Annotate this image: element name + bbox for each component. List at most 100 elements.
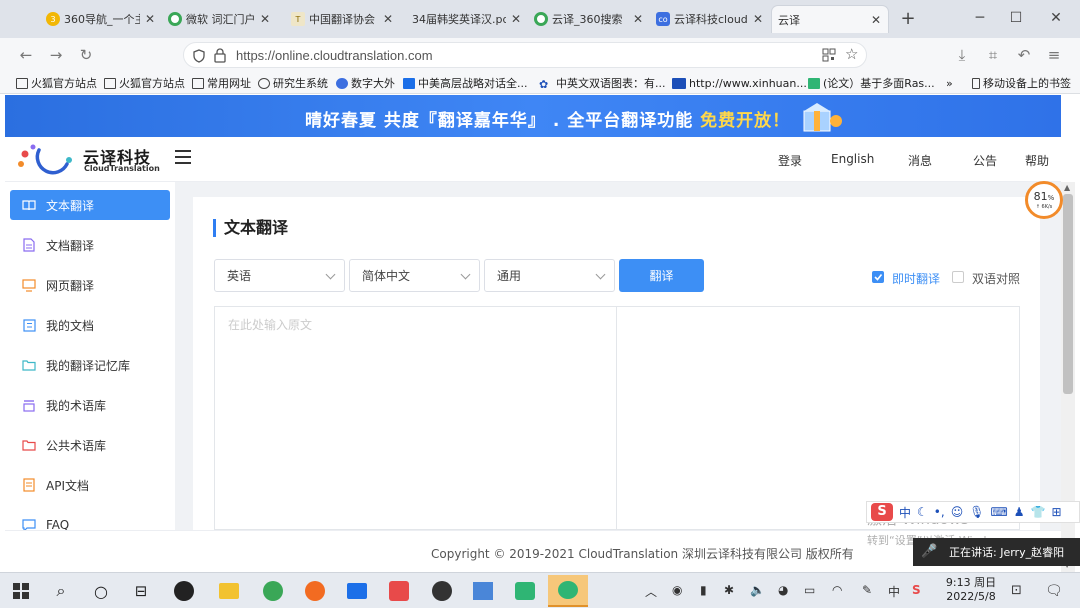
bookmark-folder[interactable]: 火狐官方站点 bbox=[104, 75, 185, 91]
close-icon[interactable]: ✕ bbox=[510, 12, 522, 26]
bookmark-folder[interactable]: 常用网址 bbox=[192, 75, 251, 91]
sogou-logo-icon[interactable]: S bbox=[871, 503, 893, 521]
tray-phone-icon[interactable]: ▮ bbox=[700, 583, 707, 597]
app-icon-qq-music[interactable] bbox=[168, 577, 200, 605]
tab-tac[interactable]: T 中国翻译协会 ✕ bbox=[285, 5, 400, 33]
address-bar[interactable]: https://online.cloudtranslation.com ☆ bbox=[183, 42, 867, 68]
bookmarks-overflow[interactable]: » bbox=[946, 75, 953, 91]
minimize-icon[interactable]: ─ bbox=[962, 6, 998, 30]
bookmark-item[interactable]: 数字大外 bbox=[336, 75, 395, 91]
sidebar-item-text-translation[interactable]: 文本翻译 bbox=[10, 190, 170, 220]
wps-icon[interactable] bbox=[383, 577, 415, 605]
cloudtranslation-logo-icon[interactable] bbox=[17, 140, 73, 178]
file-explorer-icon[interactable] bbox=[213, 577, 245, 605]
bookmark-item[interactable]: 中美高层战略对话全... bbox=[403, 75, 528, 91]
ime-toolbar[interactable]: S 中 ☾ •, ☺ 🎙 ⌨ ♟ 👕 ⊞ bbox=[866, 501, 1080, 523]
sidebar-item-public-termbase[interactable]: 公共术语库 bbox=[10, 430, 170, 460]
crop-icon[interactable]: ⌗ bbox=[981, 44, 1005, 66]
reload-icon[interactable]: ↻ bbox=[74, 44, 98, 66]
instant-translation-checkbox[interactable] bbox=[872, 271, 884, 283]
tray-wifi-icon[interactable]: ◠ bbox=[832, 583, 842, 597]
cortana-icon[interactable]: ○ bbox=[85, 577, 117, 605]
hamburger-menu-icon[interactable] bbox=[175, 150, 191, 164]
close-icon[interactable]: ✕ bbox=[632, 12, 644, 26]
source-language-select[interactable]: 英语 bbox=[214, 259, 345, 292]
domain-select[interactable]: 通用 bbox=[484, 259, 615, 292]
tray-screen-icon[interactable]: ⊡ bbox=[1011, 583, 1022, 598]
translate-button[interactable]: 翻译 bbox=[619, 259, 704, 292]
bookmark-folder[interactable]: 火狐官方站点 bbox=[16, 75, 97, 91]
search-icon[interactable]: ⌕ bbox=[45, 577, 77, 605]
tray-sogou-icon[interactable]: S bbox=[912, 583, 921, 597]
firefox-icon[interactable] bbox=[299, 577, 331, 605]
user-icon[interactable]: ♟ bbox=[1014, 505, 1025, 519]
tab-pdf[interactable]: 34届韩奖英译汉.pdf ✕ bbox=[406, 5, 528, 33]
bilingual-label[interactable]: 双语对照 bbox=[972, 270, 1020, 287]
close-icon[interactable]: ✕ bbox=[144, 12, 156, 26]
tab-360search[interactable]: 云译_360搜索 ✕ bbox=[528, 5, 650, 33]
apps-grid-icon[interactable]: ⊞ bbox=[1051, 505, 1061, 519]
tray-pen-icon[interactable]: ✎ bbox=[862, 583, 872, 597]
tab-360nav[interactable]: 3 360导航_一个主 ✕ bbox=[40, 5, 162, 33]
promo-banner[interactable]: 晴好春夏 共度『翻译嘉年华』 . 全平台翻译功能 免费开放！ bbox=[5, 95, 1061, 137]
sidebar-item-my-termbase[interactable]: 我的术语库 bbox=[10, 390, 170, 420]
emoji-icon[interactable]: ☺ bbox=[951, 505, 964, 519]
nav-english[interactable]: English bbox=[831, 152, 874, 166]
notification-icon[interactable]: 🗨 bbox=[1045, 583, 1063, 599]
close-icon[interactable]: ✕ bbox=[870, 13, 882, 27]
punctuation-icon[interactable]: •, bbox=[934, 505, 945, 519]
app-icon-books[interactable] bbox=[467, 577, 499, 605]
forward-icon[interactable]: → bbox=[44, 44, 68, 66]
nav-messages[interactable]: 消息 bbox=[908, 152, 932, 169]
undo-icon[interactable]: ↶ bbox=[1012, 44, 1036, 66]
tray-speaker-icon[interactable]: 🔈 bbox=[750, 583, 765, 597]
sidebar-item-translation-memory[interactable]: 我的翻译记忆库 bbox=[10, 350, 170, 380]
sidebar-item-webpage-translation[interactable]: 网页翻译 bbox=[10, 270, 170, 300]
bookmark-item[interactable]: (论文）基于多面Ras... bbox=[808, 75, 935, 91]
target-language-select[interactable]: 简体中文 bbox=[349, 259, 480, 292]
maximize-icon[interactable]: ☐ bbox=[998, 6, 1034, 30]
scroll-up-arrow-icon[interactable]: ▲ bbox=[1064, 183, 1070, 192]
menu-icon[interactable]: ≡ bbox=[1042, 44, 1066, 66]
instant-translation-label[interactable]: 即时翻译 bbox=[892, 270, 940, 287]
tray-chevron-up-icon[interactable]: ︿ bbox=[645, 583, 657, 600]
close-icon[interactable]: ✕ bbox=[259, 12, 271, 26]
tray-record-icon[interactable]: ◉ bbox=[672, 583, 682, 597]
tray-battery-icon[interactable]: ▭ bbox=[804, 583, 815, 597]
sidebar-item-api-docs[interactable]: API文档 bbox=[10, 470, 170, 500]
sidebar-item-document-translation[interactable]: 文档翻译 bbox=[10, 230, 170, 260]
close-icon[interactable]: ✕ bbox=[382, 12, 394, 26]
app-icon-dark[interactable] bbox=[426, 577, 458, 605]
microphone-icon[interactable]: 🎙 bbox=[969, 505, 984, 519]
sidebar-item-my-documents[interactable]: 我的文档 bbox=[10, 310, 170, 340]
tray-360-icon[interactable]: ◕ bbox=[778, 583, 788, 597]
window-close-icon[interactable]: ✕ bbox=[1038, 6, 1074, 30]
qr-code-icon[interactable] bbox=[822, 48, 836, 62]
scrollbar-thumb[interactable] bbox=[1063, 194, 1073, 394]
new-tab-button[interactable]: + bbox=[890, 6, 926, 30]
tab-cloudtrans-company[interactable]: co 云译科技cloudt ✕ bbox=[650, 5, 770, 33]
app-icon-green[interactable] bbox=[509, 577, 541, 605]
nav-login[interactable]: 登录 bbox=[778, 152, 802, 169]
bookmark-mobile[interactable]: 移动设备上的书签 bbox=[972, 75, 1071, 91]
bookmark-item[interactable]: ✿ 中英文双语图表：有... bbox=[539, 75, 666, 91]
360-browser-icon[interactable] bbox=[257, 577, 289, 605]
bookmark-item[interactable]: http://www.xinhuan... bbox=[672, 75, 807, 91]
nav-help[interactable]: 帮助 bbox=[1025, 152, 1049, 169]
star-bookmark-icon[interactable]: ☆ bbox=[845, 45, 858, 63]
download-icon[interactable]: ⤓ bbox=[950, 44, 974, 66]
tray-run-icon[interactable]: ✱ bbox=[724, 583, 734, 597]
network-speed-gauge[interactable]: 81% ↑ 6K/s bbox=[1025, 181, 1063, 219]
back-icon[interactable]: ← bbox=[14, 44, 38, 66]
shirt-icon[interactable]: 👕 bbox=[1031, 505, 1046, 519]
tab-yunyi-active[interactable]: 云译 ✕ bbox=[771, 5, 889, 33]
photos-icon[interactable] bbox=[341, 577, 373, 605]
taskbar-clock[interactable]: 9:13 周日 2022/5/8 bbox=[940, 576, 1002, 604]
source-text-input[interactable]: 在此处输入原文 bbox=[214, 306, 617, 530]
tab-microsoft-terms[interactable]: 微软 词汇门户_ ✕ bbox=[162, 5, 277, 33]
wechat-icon[interactable] bbox=[548, 575, 588, 607]
tray-ime-indicator[interactable]: 中 bbox=[888, 583, 900, 600]
windows-start-icon[interactable] bbox=[5, 577, 37, 605]
bilingual-checkbox[interactable] bbox=[952, 271, 964, 283]
ime-mode[interactable]: 中 bbox=[899, 504, 911, 521]
